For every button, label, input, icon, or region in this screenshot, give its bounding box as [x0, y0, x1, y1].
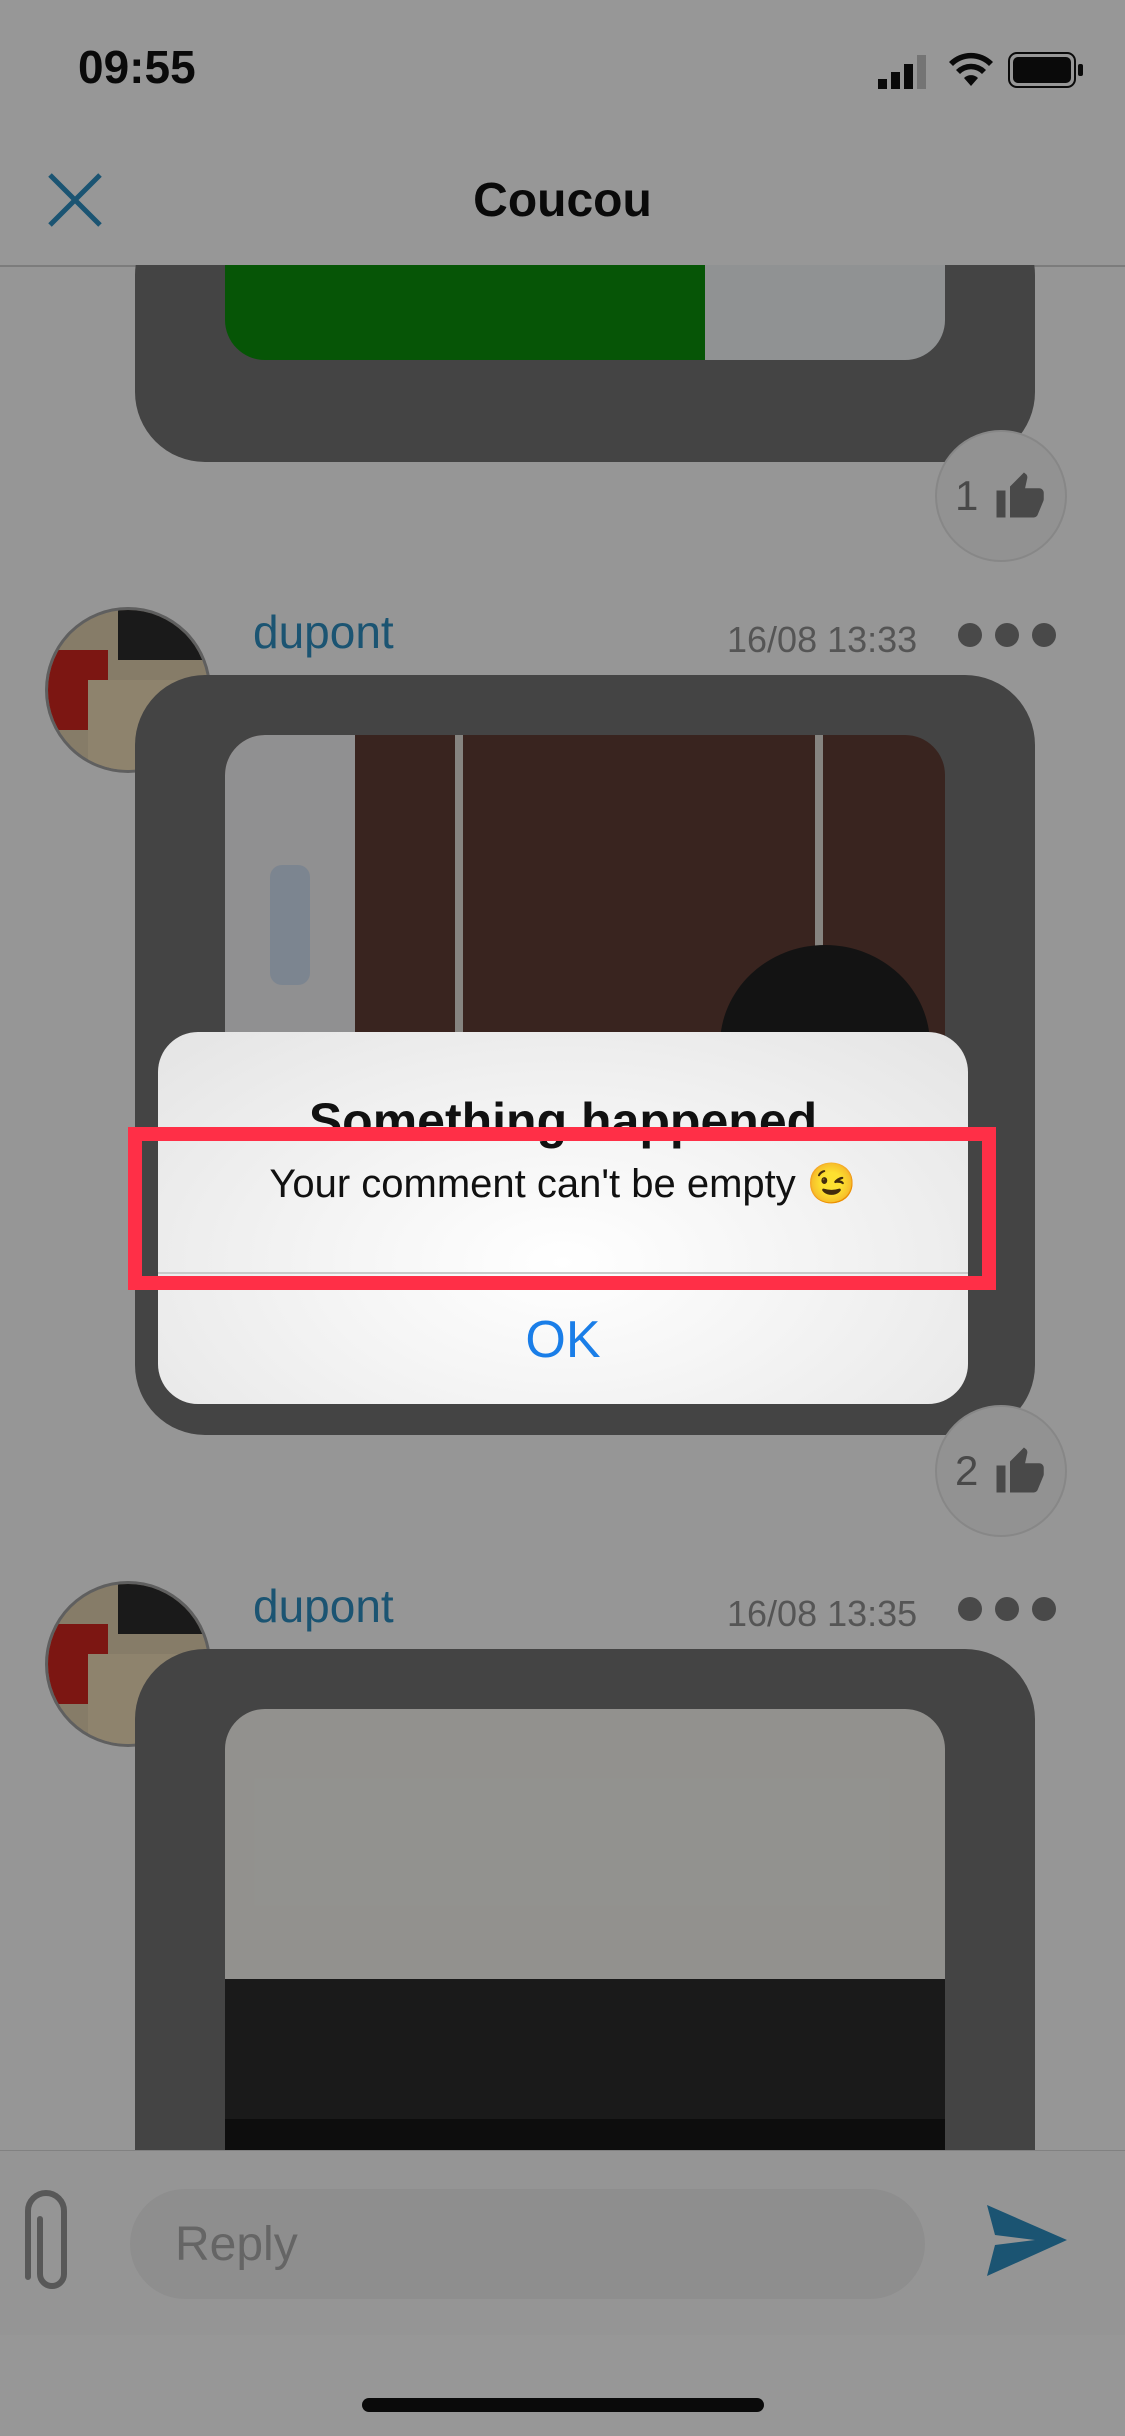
ok-button[interactable]: OK — [158, 1274, 968, 1404]
highlight-box — [128, 1127, 996, 1290]
